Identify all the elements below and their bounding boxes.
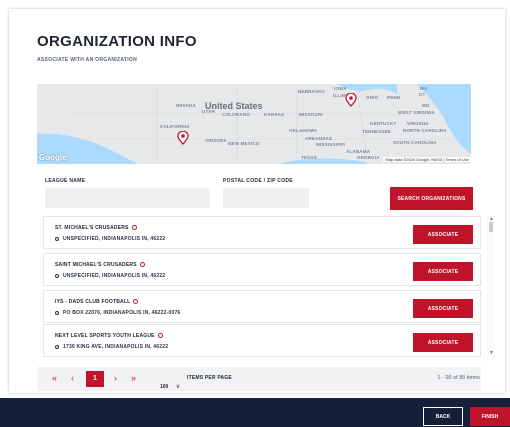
items-per-page-select[interactable]: 100 ∨ bbox=[160, 375, 180, 393]
pin-icon bbox=[139, 262, 145, 268]
map-state-label: CALIFORNIA bbox=[160, 124, 190, 129]
map-attribution[interactable]: Map data ©2020 Google, INEGI | Terms of … bbox=[383, 157, 471, 162]
page-number-current[interactable]: 1 bbox=[86, 371, 104, 387]
back-button[interactable]: BACK bbox=[423, 407, 463, 426]
map-state-label: PENN bbox=[387, 95, 401, 100]
map-state-label: OKLAHOMA bbox=[289, 128, 318, 133]
map-pin-icon[interactable] bbox=[177, 131, 189, 145]
map-state-label: SOUTH CAROLINA bbox=[393, 140, 437, 145]
next-page-icon[interactable]: › bbox=[114, 373, 117, 383]
page-subtitle: ASSOCIATE WITH AN ORGANIZATION bbox=[37, 57, 138, 63]
league-name-label: LEAGUE NAME bbox=[45, 178, 86, 184]
finish-button[interactable]: FINISH bbox=[470, 407, 510, 426]
associate-button[interactable]: ASSOCIATE bbox=[413, 333, 473, 352]
org-name: IYS - DADS CLUB FOOTBALL bbox=[55, 299, 139, 305]
map-state-label: KANSAS bbox=[264, 112, 285, 117]
associate-button[interactable]: ASSOCIATE bbox=[413, 299, 473, 318]
postal-code-input[interactable] bbox=[223, 188, 309, 208]
list-item: ST. MICHAEL'S CRUSADERS UNSPECIFIED, IND… bbox=[43, 216, 481, 249]
location-icon bbox=[55, 273, 59, 278]
scroll-down-icon[interactable]: ▼ bbox=[489, 350, 494, 356]
map-state-label: ARIZONA bbox=[205, 138, 227, 143]
pin-icon bbox=[133, 299, 139, 305]
org-name: NEXT LEVEL SPORTS YOUTH LEAGUE bbox=[55, 333, 163, 339]
postal-code-label: POSTAL CODE / ZIP CODE bbox=[223, 178, 293, 184]
map-state-label: MISSISSIPPI bbox=[316, 142, 345, 147]
map-pin-icon[interactable] bbox=[345, 93, 357, 107]
list-item: NEXT LEVEL SPORTS YOUTH LEAGUE 1736 KING… bbox=[43, 324, 481, 357]
org-address: UNSPECIFIED, INDIANAPOLIS IN, 46222 bbox=[55, 236, 165, 242]
org-name: ST. MICHAEL'S CRUSADERS bbox=[55, 225, 137, 231]
map-state-label: CT bbox=[419, 92, 426, 97]
map-state-label: UTAH bbox=[202, 109, 215, 114]
map-state-label: VIRGINIA bbox=[407, 121, 429, 126]
pin-icon bbox=[131, 225, 137, 231]
map-state-label: GEORGIA bbox=[357, 155, 380, 160]
map-state-label: KENTUCKY bbox=[370, 121, 397, 126]
results-list[interactable]: ST. MICHAEL'S CRUSADERS UNSPECIFIED, IND… bbox=[43, 216, 483, 360]
map-state-label: ARKANSAS bbox=[305, 136, 333, 141]
list-item: SAINT MICHAEL'S CRUSADERS UNSPECIFIED, I… bbox=[43, 253, 481, 286]
list-item: IYS - DADS CLUB FOOTBALL PO BOX 22076, I… bbox=[43, 290, 481, 323]
map-state-label: MD bbox=[422, 103, 430, 108]
map-state-label: ALABAMA bbox=[346, 149, 371, 154]
map-state-label: NEW MEXICO bbox=[228, 141, 260, 146]
location-icon bbox=[55, 344, 59, 349]
org-address: PO BOX 22076, INDIANAPOLIS IN, 46222-007… bbox=[55, 310, 180, 316]
prev-page-icon[interactable]: ‹ bbox=[71, 373, 74, 383]
map-terrain bbox=[37, 84, 471, 164]
org-address: 1736 KING AVE, INDIANAPOLIS IN, 46222 bbox=[55, 344, 168, 350]
map-state-label: TENNESSEE bbox=[362, 129, 392, 134]
google-logo: Google bbox=[39, 153, 67, 162]
items-per-page-label: ITEMS PER PAGE bbox=[187, 375, 232, 381]
item-count: 1 - 95 of 95 items bbox=[437, 375, 481, 381]
map-state-label: WEST VIRGINIA bbox=[398, 110, 435, 115]
league-name-input[interactable] bbox=[45, 188, 210, 208]
location-icon bbox=[55, 310, 59, 315]
results-scrollbar[interactable]: ▲ ▼ bbox=[487, 216, 495, 360]
associate-button[interactable]: ASSOCIATE bbox=[413, 225, 473, 244]
associate-button[interactable]: ASSOCIATE bbox=[413, 262, 473, 281]
location-icon bbox=[55, 236, 59, 241]
map-state-label: NORTH CAROLINA bbox=[403, 128, 447, 133]
map-state-label: IOWA bbox=[334, 86, 347, 91]
scrollbar-thumb[interactable] bbox=[489, 222, 493, 232]
map-state-label: MISSOURI bbox=[299, 112, 323, 117]
map-state-label: TEXAS bbox=[301, 155, 318, 160]
map-state-label: NEBRASKA bbox=[298, 89, 326, 94]
map-state-label: NEVADA bbox=[176, 103, 196, 108]
chevron-down-icon: ∨ bbox=[175, 384, 181, 390]
search-organizations-button[interactable]: SEARCH ORGANIZATIONS bbox=[390, 187, 473, 210]
map-state-label: COLORADO bbox=[222, 112, 250, 117]
org-name: SAINT MICHAEL'S CRUSADERS bbox=[55, 262, 145, 268]
map-view[interactable] bbox=[37, 84, 471, 164]
map-state-label: MA bbox=[420, 86, 428, 91]
page-title: ORGANIZATION INFO bbox=[37, 33, 197, 50]
first-page-icon[interactable]: « bbox=[52, 373, 57, 383]
pin-icon bbox=[157, 333, 163, 339]
map-state-label: OHIO bbox=[366, 95, 379, 100]
org-address: UNSPECIFIED, INDIANAPOLIS IN, 46222 bbox=[55, 273, 165, 279]
last-page-icon[interactable]: » bbox=[131, 373, 136, 383]
